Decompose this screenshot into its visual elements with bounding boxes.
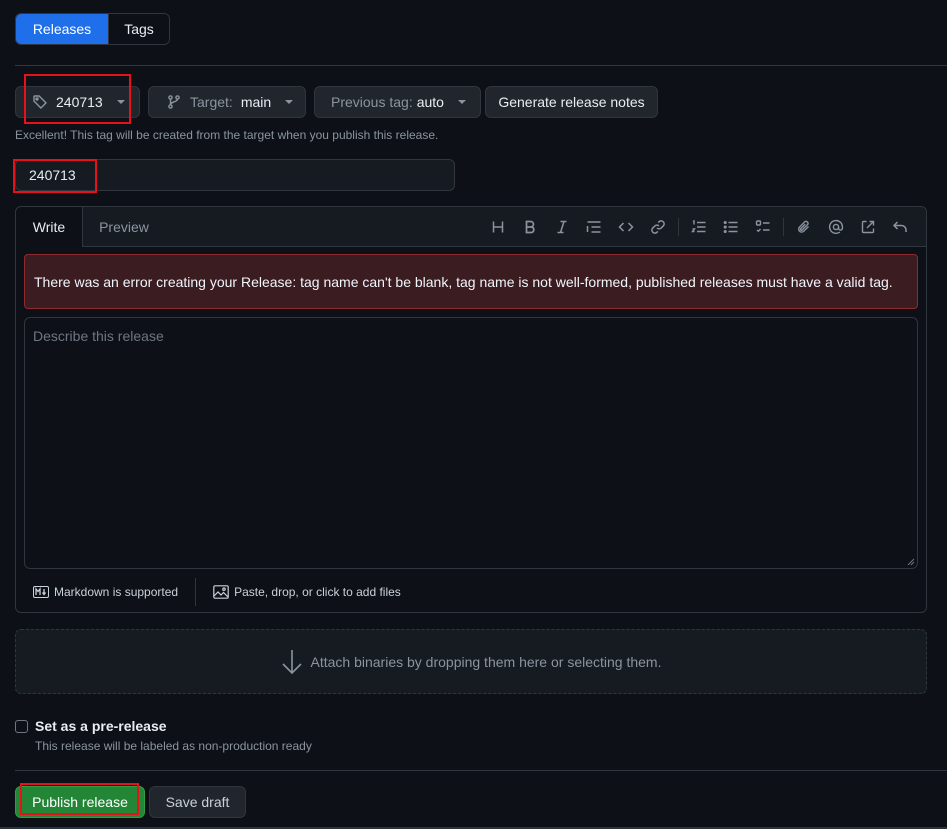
release-title-value: 240713	[29, 167, 76, 183]
footer-divider-line	[15, 770, 947, 771]
code-icon[interactable]	[610, 213, 642, 241]
unordered-list-icon[interactable]	[715, 213, 747, 241]
bold-icon[interactable]	[514, 213, 546, 241]
mention-icon[interactable]	[820, 213, 852, 241]
tab-write[interactable]: Write	[16, 207, 83, 247]
save-draft-button[interactable]: Save draft	[149, 786, 246, 818]
quote-icon[interactable]	[578, 213, 610, 241]
chevron-down-icon	[457, 100, 466, 104]
attach-icon[interactable]	[788, 213, 820, 241]
publish-release-button[interactable]: Publish release	[15, 786, 145, 818]
prerelease-label: Set as a pre-release	[35, 718, 167, 734]
header-divider	[15, 65, 947, 66]
description-placeholder: Describe this release	[33, 328, 164, 344]
error-banner: There was an error creating your Release…	[24, 254, 918, 309]
prerelease-description: This release will be labeled as non-prod…	[35, 739, 312, 753]
resize-handle-icon[interactable]	[907, 558, 915, 566]
tag-select-value: 240713	[56, 94, 103, 110]
previous-tag-select[interactable]: Previous tag: auto	[314, 86, 481, 118]
branch-icon	[168, 95, 180, 109]
previous-tag-value: auto	[416, 94, 444, 110]
markdown-icon	[33, 586, 49, 598]
image-icon	[213, 585, 229, 599]
prerelease-checkbox[interactable]	[15, 720, 28, 733]
tag-select[interactable]: 240713	[15, 86, 140, 118]
markdown-toolbar	[482, 207, 916, 247]
link-icon[interactable]	[642, 213, 674, 241]
tab-releases[interactable]: Releases	[16, 14, 108, 44]
undo-icon[interactable]	[884, 213, 916, 241]
release-description-textarea[interactable]: Describe this release	[24, 317, 918, 569]
previous-tag-label: Previous tag:	[331, 94, 413, 110]
markdown-supported-link[interactable]: Markdown is supported	[16, 585, 178, 599]
chevron-down-icon	[285, 100, 294, 104]
tab-tags[interactable]: Tags	[108, 14, 169, 44]
release-editor: Write Preview There was an error creatin…	[15, 206, 927, 613]
heading-icon[interactable]	[482, 213, 514, 241]
releases-tags-toggle: Releases Tags	[15, 13, 170, 45]
toolbar-divider	[678, 218, 679, 236]
markdown-note: Markdown is supported	[54, 585, 179, 599]
binaries-dropzone[interactable]: Attach binaries by dropping them here or…	[15, 629, 927, 694]
arrow-down-icon	[281, 649, 302, 674]
tag-hint: Excellent! This tag will be created from…	[15, 128, 439, 142]
italic-icon[interactable]	[546, 213, 578, 241]
target-value: main	[240, 94, 272, 110]
dropzone-text: Attach binaries by dropping them here or…	[310, 653, 662, 670]
add-files-button[interactable]: Paste, drop, or click to add files	[196, 585, 401, 599]
release-title-input[interactable]: 240713	[15, 159, 455, 191]
target-label: Target:	[190, 94, 233, 110]
task-list-icon[interactable]	[747, 213, 779, 241]
reference-icon[interactable]	[852, 213, 884, 241]
chevron-down-icon	[116, 100, 125, 104]
ordered-list-icon[interactable]	[683, 213, 715, 241]
editor-header: Write Preview	[16, 207, 926, 247]
generate-release-notes-button[interactable]: Generate release notes	[485, 86, 658, 118]
toolbar-divider	[783, 218, 784, 236]
target-select[interactable]: Target: main	[148, 86, 306, 118]
attach-note: Paste, drop, or click to add files	[234, 585, 401, 599]
tag-icon	[33, 95, 47, 109]
tab-preview[interactable]: Preview	[83, 207, 165, 247]
editor-footer: Markdown is supported Paste, drop, or cl…	[16, 571, 926, 613]
